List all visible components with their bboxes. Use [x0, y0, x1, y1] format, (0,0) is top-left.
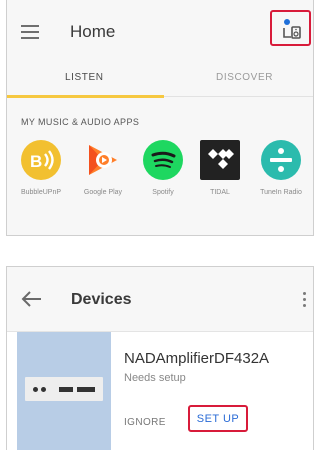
- app-tile-google-play[interactable]: Google Play: [77, 140, 129, 198]
- app-name: Google Play: [83, 189, 123, 196]
- back-arrow-icon[interactable]: [21, 289, 43, 309]
- tab-divider: [164, 96, 313, 97]
- page-title: Devices: [71, 291, 132, 308]
- tab-discover[interactable]: DISCOVER: [216, 72, 273, 83]
- spotify-icon: [143, 140, 183, 180]
- bubbleupnp-icon: B: [21, 140, 61, 180]
- app-name: TuneIn Radio: [260, 189, 302, 196]
- app-tile-tunein[interactable]: TuneIn Radio: [255, 140, 307, 198]
- device-image: [17, 332, 111, 450]
- tunein-icon: [261, 140, 301, 180]
- more-options-icon[interactable]: [303, 292, 307, 308]
- device-status: Needs setup: [124, 372, 186, 384]
- tidal-icon: [200, 140, 240, 180]
- tab-listen[interactable]: LISTEN: [65, 72, 104, 83]
- hamburger-menu-icon[interactable]: [21, 25, 41, 39]
- home-screen: Home LISTEN DISCOVER MY MUSIC & AUDIO AP…: [6, 0, 314, 236]
- section-heading: MY MUSIC & AUDIO APPS: [21, 117, 140, 127]
- devices-button[interactable]: [270, 10, 311, 46]
- active-tab-indicator: [7, 95, 164, 98]
- ignore-button[interactable]: IGNORE: [124, 417, 166, 428]
- svg-text:B: B: [30, 152, 42, 171]
- app-tile-bubbleupnp[interactable]: B BubbleUPnP: [15, 140, 67, 198]
- devices-speaker-icon: [283, 19, 301, 39]
- device-name: NADAmplifierDF432A: [124, 350, 270, 367]
- google-play-music-icon: [83, 140, 123, 180]
- set-up-button[interactable]: SET UP: [188, 405, 248, 432]
- app-name: BubbleUPnP: [20, 189, 62, 196]
- device-card: NADAmplifierDF432A Needs setup IGNORE SE…: [7, 332, 313, 450]
- app-tile-spotify[interactable]: Spotify: [137, 140, 189, 198]
- home-app-bar: Home: [7, 0, 313, 62]
- app-name: TIDAL: [210, 189, 230, 196]
- page-title: Home: [70, 22, 116, 41]
- app-name: Spotify: [152, 189, 174, 196]
- devices-screen: Devices NADAmplifierDF432A Needs setup I…: [6, 266, 314, 450]
- app-tile-tidal[interactable]: TIDAL: [194, 140, 246, 198]
- amplifier-icon: [25, 377, 103, 401]
